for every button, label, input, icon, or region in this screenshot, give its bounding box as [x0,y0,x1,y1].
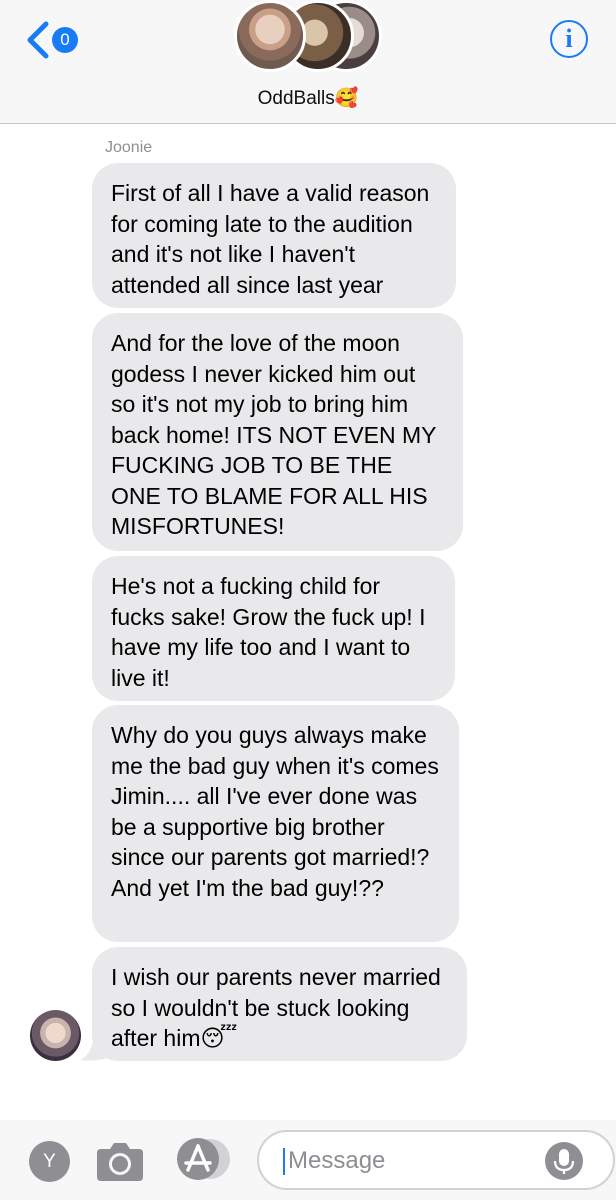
back-button[interactable]: 0 [22,18,78,62]
message-input-field[interactable] [257,1130,615,1190]
microphone-icon[interactable] [545,1142,583,1180]
unread-count-badge: 0 [52,27,78,53]
message-input[interactable] [288,1144,528,1178]
sender-avatar[interactable] [30,1010,81,1061]
info-icon[interactable]: i [550,20,588,58]
bubble-tail [80,1036,108,1061]
sender-name: Joonie [105,139,153,156]
message-bubble[interactable]: First of all I have a valid reason for c… [92,163,456,308]
conversation-header: 0 OddBalls🥰 i [0,0,616,124]
message-bubble[interactable]: He's not a fucking child for fucks sake!… [92,556,455,701]
app-store-icon[interactable] [174,1137,232,1181]
camera-icon[interactable] [95,1139,145,1183]
y-app-button[interactable]: Y [29,1141,70,1182]
group-member-avatar [234,0,306,72]
message-bubble[interactable]: I wish our parents never married so I wo… [92,947,467,1061]
conversation-title[interactable]: OddBalls🥰 [0,86,616,110]
chevron-left-icon [27,21,49,59]
composer-bar: Y [0,1120,616,1200]
group-avatars[interactable] [234,0,384,76]
text-caret [283,1148,285,1175]
messages-screen: 0 OddBalls🥰 i Joonie First of all I have… [0,0,616,1200]
message-bubble[interactable]: Why do you guys always make me the bad g… [92,705,459,942]
message-bubble[interactable]: And for the love of the moon godess I ne… [92,313,463,551]
